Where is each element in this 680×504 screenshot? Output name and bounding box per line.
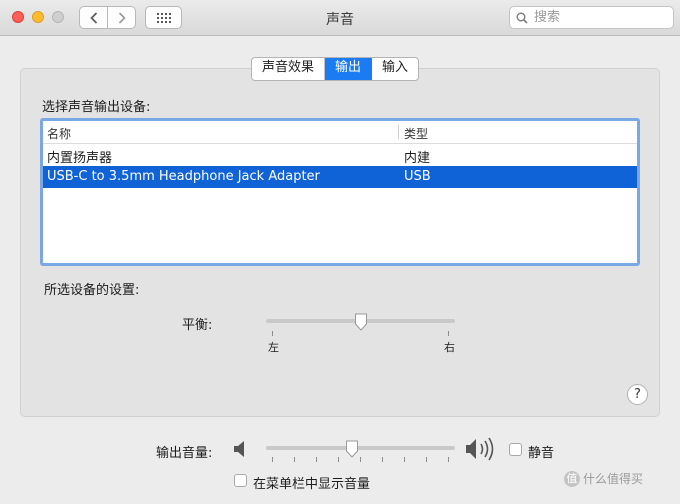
volume-tick bbox=[294, 457, 295, 462]
volume-tick bbox=[316, 457, 317, 462]
device-name: 内置扬声器 bbox=[47, 151, 113, 166]
volume-tick bbox=[382, 457, 383, 462]
volume-tick bbox=[426, 457, 427, 462]
selected-device-settings-label: 所选设备的设置: bbox=[44, 283, 140, 298]
show-volume-in-menubar-checkbox[interactable] bbox=[234, 474, 247, 487]
volume-tick bbox=[404, 457, 405, 462]
speaker-high-icon bbox=[466, 437, 494, 461]
balance-tick bbox=[448, 331, 449, 336]
tab-sound-effects[interactable]: 声音效果 bbox=[252, 58, 326, 80]
show-volume-in-menubar-label: 在菜单栏中显示音量 bbox=[253, 477, 371, 492]
speaker-low-icon bbox=[234, 441, 244, 457]
volume-slider-thumb[interactable] bbox=[345, 440, 359, 458]
column-header-name[interactable]: 名称 bbox=[47, 125, 71, 142]
select-output-device-label: 选择声音输出设备: bbox=[42, 100, 151, 115]
output-volume-label: 输出音量: bbox=[156, 446, 213, 461]
mute-label: 静音 bbox=[528, 446, 555, 461]
tab-input[interactable]: 输入 bbox=[372, 58, 418, 80]
column-header-type[interactable]: 类型 bbox=[404, 125, 428, 142]
balance-tick bbox=[272, 331, 273, 336]
device-type: 内建 bbox=[404, 151, 431, 166]
volume-track[interactable] bbox=[266, 446, 455, 450]
mute-checkbox[interactable] bbox=[509, 443, 522, 456]
help-button[interactable]: ? bbox=[627, 384, 648, 405]
volume-tick bbox=[272, 457, 273, 462]
watermark: 值 什么值得买 bbox=[564, 470, 643, 487]
balance-right-label: 右 bbox=[444, 341, 455, 354]
tab-output[interactable]: 输出 bbox=[325, 58, 373, 80]
tab-bar: 声音效果 输出 输入 bbox=[251, 57, 420, 81]
balance-left-label: 左 bbox=[268, 341, 279, 354]
search-field[interactable] bbox=[509, 6, 674, 29]
device-type: USB bbox=[404, 169, 431, 184]
balance-label: 平衡: bbox=[182, 318, 213, 333]
table-row[interactable]: 内置扬声器 内建 bbox=[43, 144, 637, 166]
column-divider bbox=[398, 125, 399, 139]
watermark-text: 什么值得买 bbox=[583, 472, 644, 486]
watermark-badge: 值 bbox=[564, 470, 580, 487]
search-icon bbox=[516, 12, 528, 24]
title-bar: 声音 bbox=[0, 0, 680, 36]
search-input[interactable] bbox=[532, 9, 666, 26]
volume-tick bbox=[338, 457, 339, 462]
table-row-selected[interactable]: USB-C to 3.5mm Headphone Jack Adapter US… bbox=[43, 166, 637, 188]
table-header: 名称 类型 bbox=[43, 121, 637, 144]
output-device-table[interactable]: 名称 类型 内置扬声器 内建 USB-C to 3.5mm Headphone … bbox=[40, 118, 640, 266]
balance-slider-thumb[interactable] bbox=[354, 313, 368, 331]
volume-tick bbox=[360, 457, 361, 462]
volume-tick bbox=[448, 457, 449, 462]
device-name: USB-C to 3.5mm Headphone Jack Adapter bbox=[47, 169, 320, 184]
